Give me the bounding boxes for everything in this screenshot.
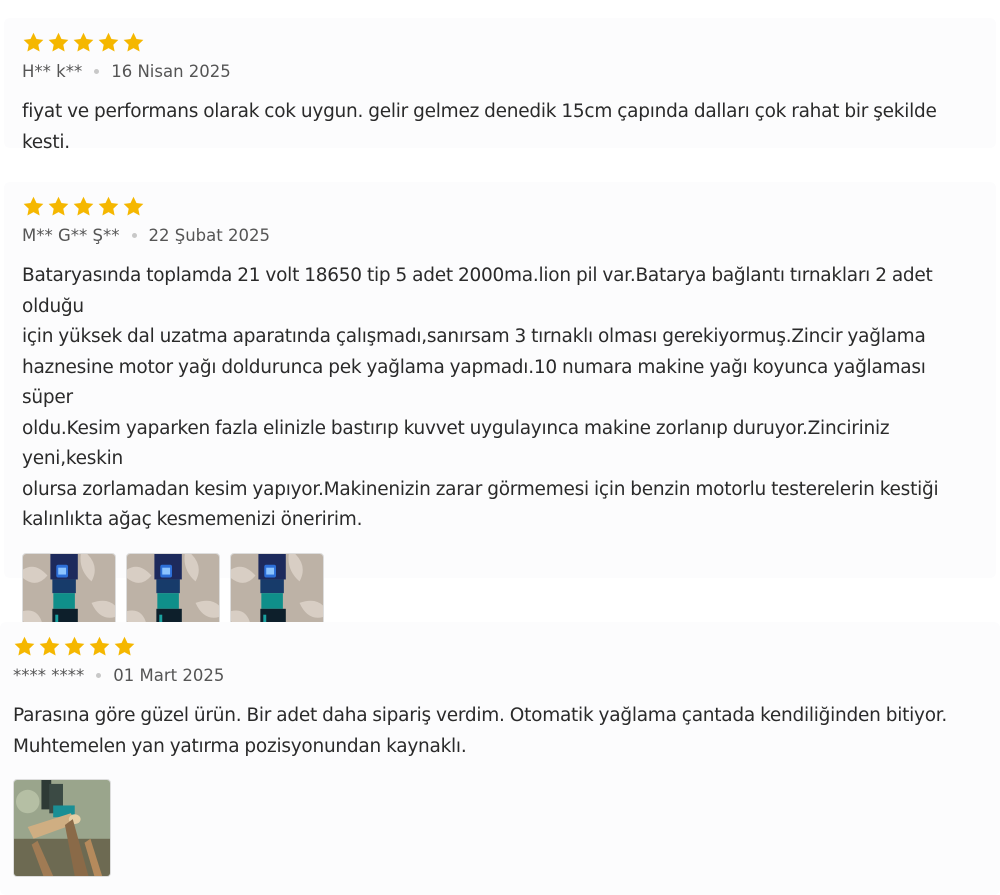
review-author: H** k**: [22, 61, 83, 81]
review-card: H** k** 16 Nisan 2025 fiyat ve performan…: [4, 18, 996, 153]
star-icon: [22, 31, 45, 54]
star-icon: [13, 635, 36, 658]
star-icon: [47, 195, 70, 218]
wood-cutting-photo: [14, 780, 110, 876]
review-photo-thumbnail[interactable]: [13, 779, 111, 877]
star-icon: [122, 195, 145, 218]
star-icon: [113, 635, 136, 658]
star-rating: [13, 634, 987, 658]
review-card: **** **** 01 Mart 2025 Parasına göre güz…: [0, 622, 1000, 895]
star-icon: [63, 635, 86, 658]
review-date: 01 Mart 2025: [113, 665, 225, 685]
star-icon: [72, 31, 95, 54]
star-icon: [97, 31, 120, 54]
review-author: **** ****: [13, 665, 85, 685]
star-icon: [88, 635, 111, 658]
star-icon: [38, 635, 61, 658]
star-icon: [122, 31, 145, 54]
separator-dot: [94, 68, 100, 74]
star-rating: [22, 194, 978, 218]
review-text: Parasına göre güzel ürün. Bir adet daha …: [13, 705, 948, 757]
star-icon: [22, 195, 45, 218]
review-text: Bataryasında toplamda 21 volt 18650 tip …: [22, 265, 939, 530]
review-photos: [13, 779, 987, 877]
separator-dot: [96, 672, 102, 678]
review-meta: M** G** Ş** 22 Şubat 2025: [22, 224, 978, 246]
star-icon: [47, 31, 70, 54]
review-card: M** G** Ş** 22 Şubat 2025 Bataryasında t…: [4, 182, 996, 647]
star-icon: [97, 195, 120, 218]
star-icon: [72, 195, 95, 218]
star-rating: [22, 30, 978, 54]
review-date: 22 Şubat 2025: [148, 225, 270, 245]
review-text: fiyat ve performans olarak cok uygun. ge…: [22, 101, 937, 153]
review-meta: **** **** 01 Mart 2025: [13, 664, 987, 686]
separator-dot: [131, 232, 137, 238]
review-meta: H** k** 16 Nisan 2025: [22, 60, 978, 82]
review-date: 16 Nisan 2025: [111, 61, 231, 81]
review-author: M** G** Ş**: [22, 225, 120, 245]
